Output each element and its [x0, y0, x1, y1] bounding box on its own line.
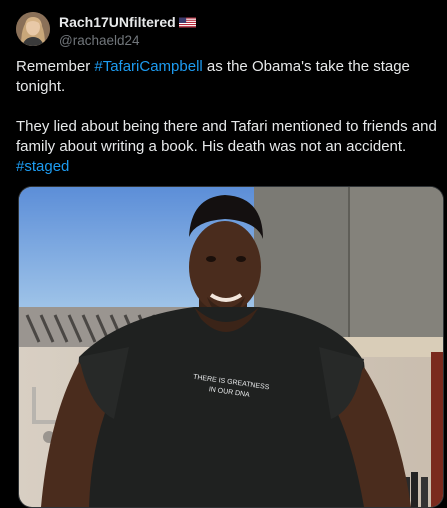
- avatar[interactable]: [16, 12, 50, 46]
- tweet-photo[interactable]: THERE IS GREATNESS IN OUR DNA: [18, 186, 444, 508]
- tweet-text: Remember #TafariCampbell as the Obama's …: [16, 57, 441, 177]
- us-flag-icon: [178, 17, 196, 27]
- author-handle[interactable]: @rachaeld24: [59, 33, 196, 48]
- user-avatar-icon: [16, 12, 50, 46]
- author-name[interactable]: Rach17UNfiltered: [59, 14, 196, 30]
- tweet-text-paragraph: They lied about being there and Tafari m…: [16, 118, 442, 155]
- author-display-name: Rach17UNfiltered: [59, 14, 176, 30]
- hashtag-link[interactable]: #TafariCampbell: [94, 58, 202, 75]
- photo-man-in-kitchen: THERE IS GREATNESS IN OUR DNA: [19, 187, 443, 507]
- tweet-text-segment: Remember: [16, 58, 95, 75]
- tweet-header: Rach17UNfiltered @rachaeld24: [16, 11, 437, 51]
- hashtag-link[interactable]: #staged: [16, 158, 69, 175]
